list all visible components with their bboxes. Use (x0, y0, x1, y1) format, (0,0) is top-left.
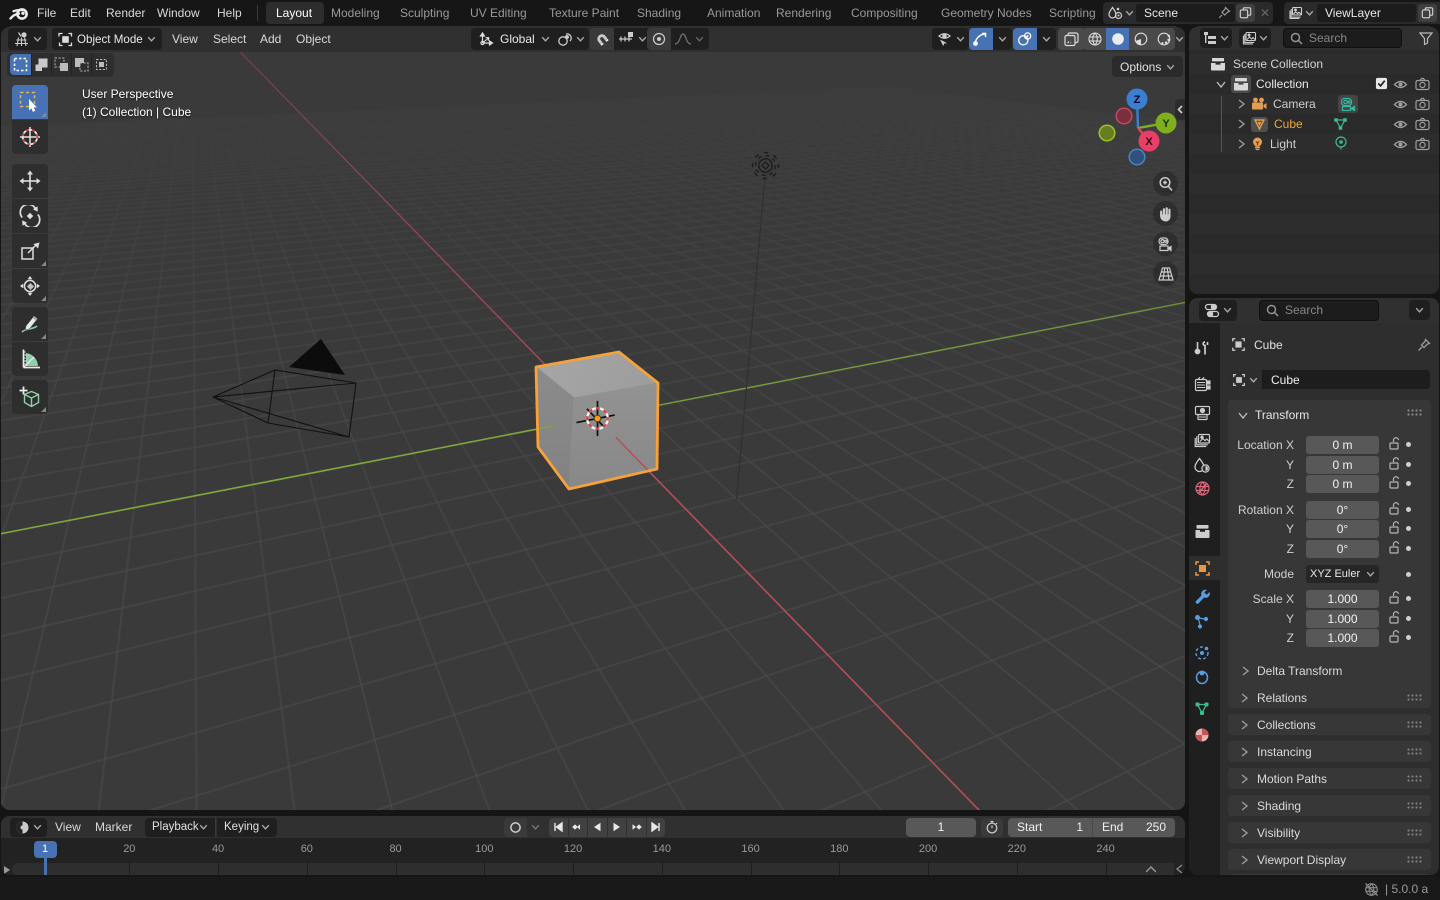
svg-text:Y: Y (1162, 118, 1170, 130)
svg-text:X: X (1145, 136, 1153, 148)
svg-text:Z: Z (1134, 94, 1141, 106)
